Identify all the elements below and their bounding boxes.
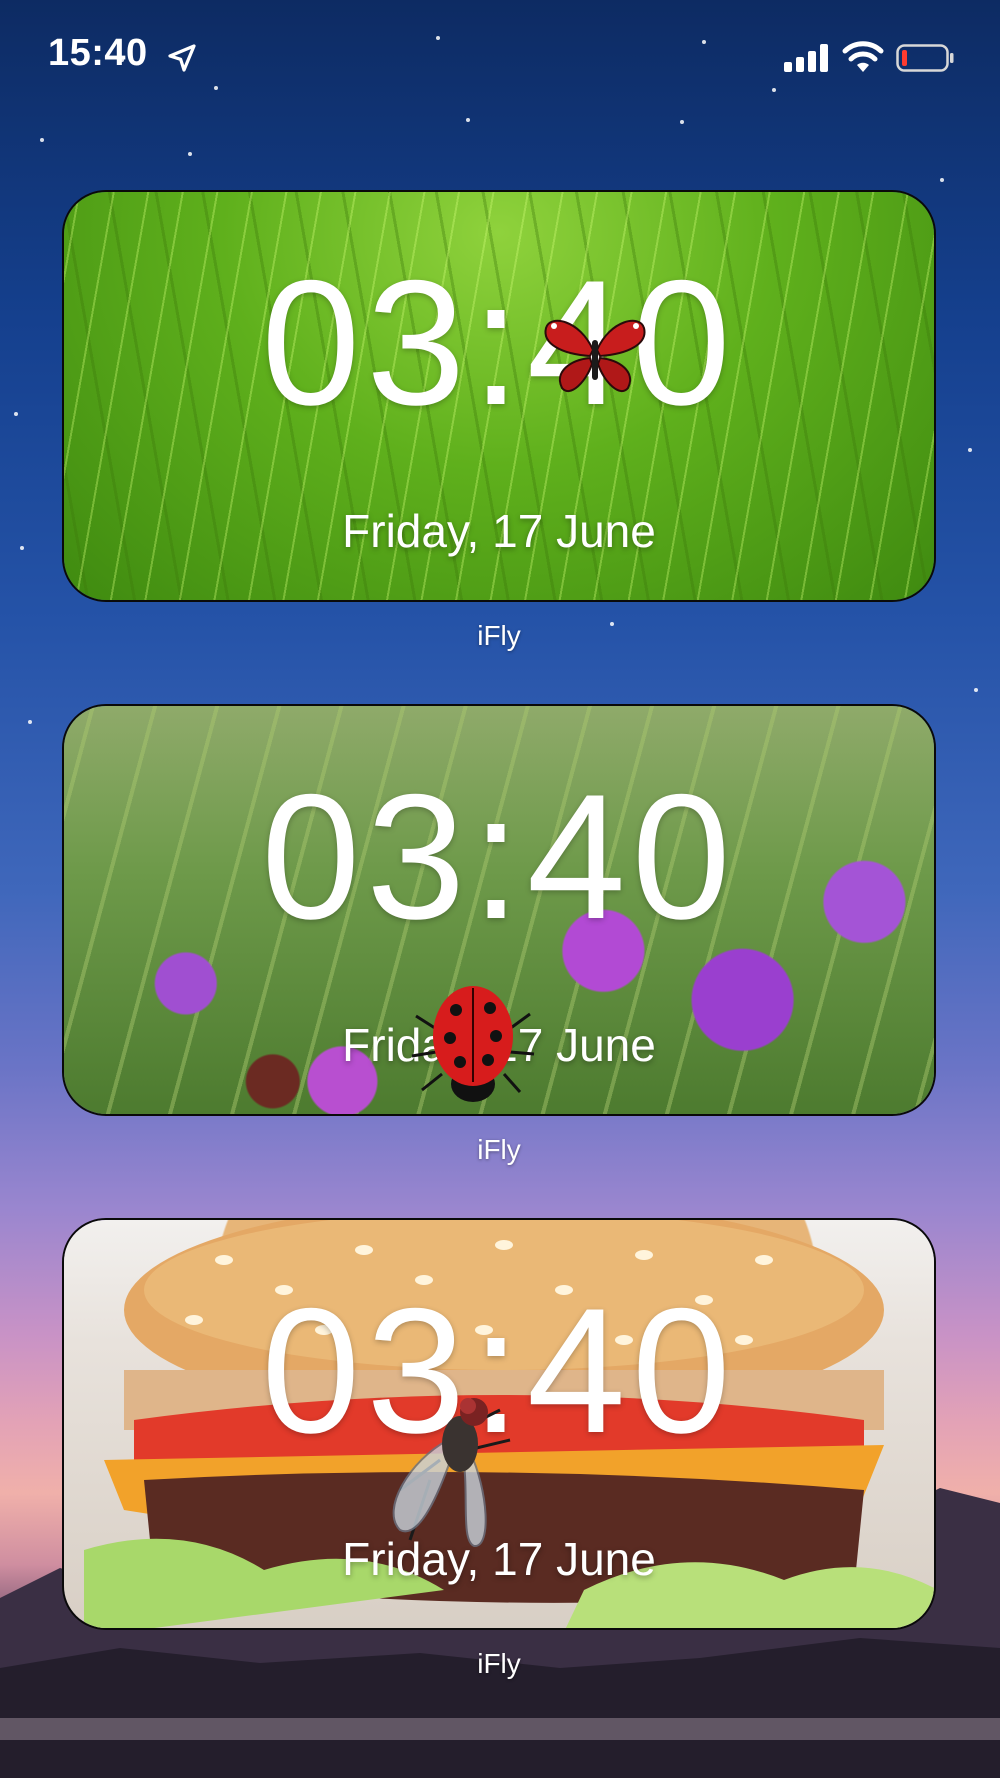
widget-card[interactable]: 03:40 Friday, 17 June xyxy=(62,1218,936,1630)
widget-app-label: iFly xyxy=(477,1648,521,1679)
widget-clock: 03:40 xyxy=(261,243,737,442)
wifi-icon xyxy=(842,41,884,72)
widget-app-label: iFly xyxy=(477,620,521,651)
widget-app-label: iFly xyxy=(477,1134,521,1165)
widget-2[interactable]: 03:40 Friday, 17 June iFly xyxy=(62,704,936,1166)
widget-card[interactable]: 03:40 Friday, 17 June xyxy=(62,704,936,1116)
widget-1[interactable]: 03:40 Friday, 17 June iFly xyxy=(62,190,936,652)
widget-clock: 03:40 xyxy=(261,757,737,956)
location-arrow-icon xyxy=(168,44,196,72)
battery-low-icon xyxy=(896,44,954,72)
status-bar: 15:40 xyxy=(0,0,1000,110)
widget-3[interactable]: 03:40 Friday, 17 June iFly xyxy=(62,1218,936,1680)
butterfly-icon xyxy=(544,319,646,392)
status-time: 15:40 xyxy=(48,32,148,74)
fly-icon xyxy=(392,1398,511,1548)
cellular-signal-icon xyxy=(784,44,830,72)
ladybug-icon xyxy=(411,986,535,1102)
widget-card[interactable]: 03:40 Friday, 17 June xyxy=(62,190,936,602)
widget-date: Friday, 17 June xyxy=(342,505,656,557)
